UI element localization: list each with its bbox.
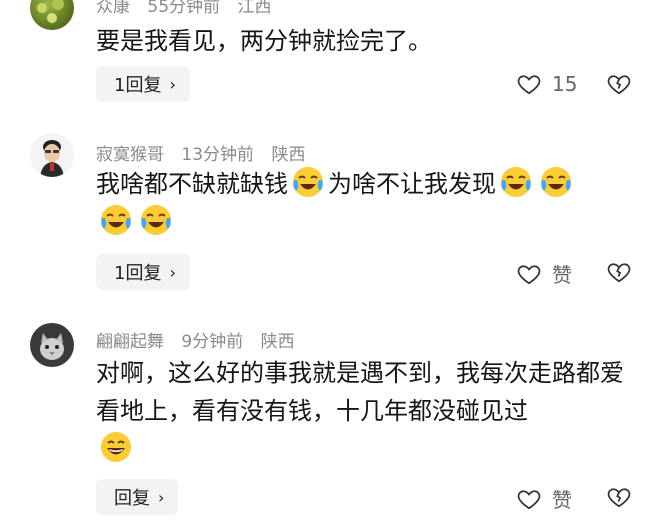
avatar[interactable]	[30, 323, 74, 367]
comment-location: 江西	[237, 0, 272, 17]
broken-heart-icon	[607, 263, 631, 283]
grinning-emoji	[101, 432, 131, 462]
broken-heart-icon	[607, 488, 631, 508]
comment-meta: 寂寞猴哥 13分钟前 陕西	[96, 140, 317, 165]
tears-of-joy-emoji	[101, 205, 131, 235]
reply-button[interactable]: 1回复 ›	[96, 254, 190, 290]
broken-heart-icon	[607, 75, 631, 95]
heart-icon	[517, 264, 541, 284]
tears-of-joy-emoji	[541, 167, 571, 197]
tears-of-joy-emoji	[293, 167, 323, 197]
comment-text: 我啥都不缺就缺钱 为啥不让我发现	[96, 165, 636, 241]
heart-icon	[517, 75, 541, 95]
dislike-button[interactable]	[606, 259, 632, 289]
reply-label: 1回复	[114, 75, 162, 96]
comment-text: 对啊，这么好的事我就是遇不到，我每次走路都爱看地上，看有没有钱，十几年都没碰见过	[96, 354, 626, 468]
like-button[interactable]: 15	[516, 71, 577, 97]
chevron-right-icon: ›	[169, 262, 176, 282]
comment-time: 55分钟前	[147, 0, 221, 17]
like-button[interactable]: 赞	[516, 484, 572, 513]
reply-label: 1回复	[114, 263, 162, 284]
tears-of-joy-emoji	[141, 205, 171, 235]
dislike-button[interactable]	[606, 71, 632, 101]
comment-meta: 众康 55分钟前 江西	[96, 0, 283, 17]
heart-icon	[517, 489, 541, 509]
reply-button[interactable]: 1回复 ›	[96, 66, 190, 102]
like-label: 赞	[552, 263, 572, 287]
comment-location: 陕西	[271, 145, 306, 165]
username[interactable]: 众康	[96, 0, 130, 17]
reply-button[interactable]: 回复 ›	[96, 479, 179, 515]
reply-label: 回复	[114, 488, 150, 509]
tears-of-joy-emoji	[501, 167, 531, 197]
username[interactable]: 翩翩起舞	[96, 332, 164, 352]
dislike-button[interactable]	[606, 484, 632, 514]
comment-time: 9分钟前	[181, 332, 244, 352]
chevron-right-icon: ›	[169, 74, 176, 94]
avatar[interactable]	[30, 133, 74, 177]
like-label: 赞	[552, 488, 572, 512]
comment-time: 13分钟前	[181, 145, 255, 165]
comment-location: 陕西	[260, 332, 295, 352]
avatar[interactable]	[30, 0, 74, 30]
comment-meta: 翩翩起舞 9分钟前 陕西	[96, 327, 307, 352]
username[interactable]: 寂寞猴哥	[96, 145, 164, 165]
comment-text-part: 我啥都不缺就缺钱	[96, 170, 288, 198]
comment-text-part: 为啥不让我发现	[328, 170, 496, 198]
chevron-right-icon: ›	[158, 487, 165, 507]
comment-text-part: 对啊，这么好的事我就是遇不到，我每次走路都爱看地上，看有没有钱，十几年都没碰见过	[96, 359, 624, 425]
like-button[interactable]: 赞	[516, 259, 572, 288]
comment-text: 要是我看见，两分钟就捡完了。	[96, 27, 432, 55]
like-count: 15	[552, 72, 578, 96]
